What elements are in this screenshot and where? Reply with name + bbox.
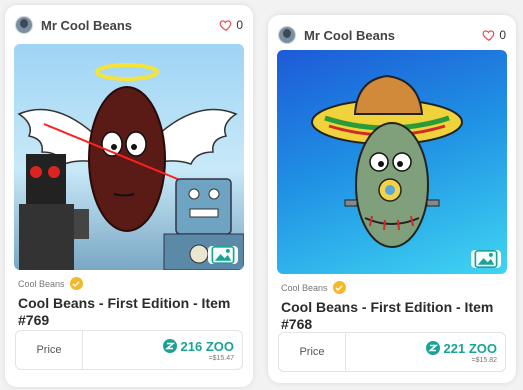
price-usd: =$15.47 xyxy=(208,354,235,362)
collection-name[interactable]: Cool Beans xyxy=(281,283,328,293)
like-count: 0 xyxy=(499,28,506,42)
nft-card-768[interactable]: Mr Cool Beans 0 Cool Beans Cool Beans - … xyxy=(268,15,516,383)
heart-icon xyxy=(219,20,232,31)
image-icon xyxy=(474,250,498,268)
price-zoo: 216 ZOO xyxy=(162,338,234,354)
like-count: 0 xyxy=(236,18,243,32)
bean-angel-artwork xyxy=(17,63,244,270)
zoo-token-icon xyxy=(425,341,440,355)
zoo-token-icon xyxy=(162,339,177,353)
collection-row[interactable]: Cool Beans xyxy=(18,277,243,290)
price-zoo-value: 216 ZOO xyxy=(180,338,234,354)
owner-avatar[interactable] xyxy=(278,26,296,44)
price-zoo-value: 221 ZOO xyxy=(443,340,497,356)
card-meta: Cool Beans Cool Beans - First Edition - … xyxy=(18,277,243,329)
heart-icon xyxy=(482,30,495,41)
price-box: Price 221 ZOO =$15.82 xyxy=(278,332,506,372)
verified-check-icon xyxy=(69,277,83,290)
owner-name[interactable]: Mr Cool Beans xyxy=(304,28,395,43)
price-zoo: 221 ZOO xyxy=(425,340,497,356)
image-type-badge xyxy=(471,250,501,268)
nft-title[interactable]: Cool Beans - First Edition - Item #768 xyxy=(281,299,506,333)
like-button[interactable]: 0 xyxy=(219,18,243,32)
owner-avatar[interactable] xyxy=(15,16,33,34)
owner-name[interactable]: Mr Cool Beans xyxy=(41,18,132,33)
like-button[interactable]: 0 xyxy=(482,28,506,42)
nft-title[interactable]: Cool Beans - First Edition - Item #769 xyxy=(18,295,243,329)
card-header: Mr Cool Beans 0 xyxy=(15,13,243,37)
collection-row[interactable]: Cool Beans xyxy=(281,281,506,294)
price-box: Price 216 ZOO =$15.47 xyxy=(15,330,243,370)
image-icon xyxy=(211,246,235,264)
nft-card-769[interactable]: Mr Cool Beans 0 Cool Beans Cool Beans - … xyxy=(5,5,253,387)
verified-check-icon xyxy=(332,281,346,294)
nft-artwork[interactable] xyxy=(277,50,507,274)
price-label: Price xyxy=(16,331,83,369)
price-values: 221 ZOO =$15.82 xyxy=(346,333,505,371)
image-type-badge xyxy=(208,246,238,264)
price-usd: =$15.82 xyxy=(471,356,498,364)
price-values: 216 ZOO =$15.47 xyxy=(83,331,242,369)
collection-name[interactable]: Cool Beans xyxy=(18,279,65,289)
nft-artwork[interactable] xyxy=(14,44,244,270)
card-meta: Cool Beans Cool Beans - First Edition - … xyxy=(281,281,506,333)
card-header: Mr Cool Beans 0 xyxy=(278,23,506,47)
bean-sombrero-artwork xyxy=(311,74,463,248)
price-label: Price xyxy=(279,333,346,371)
